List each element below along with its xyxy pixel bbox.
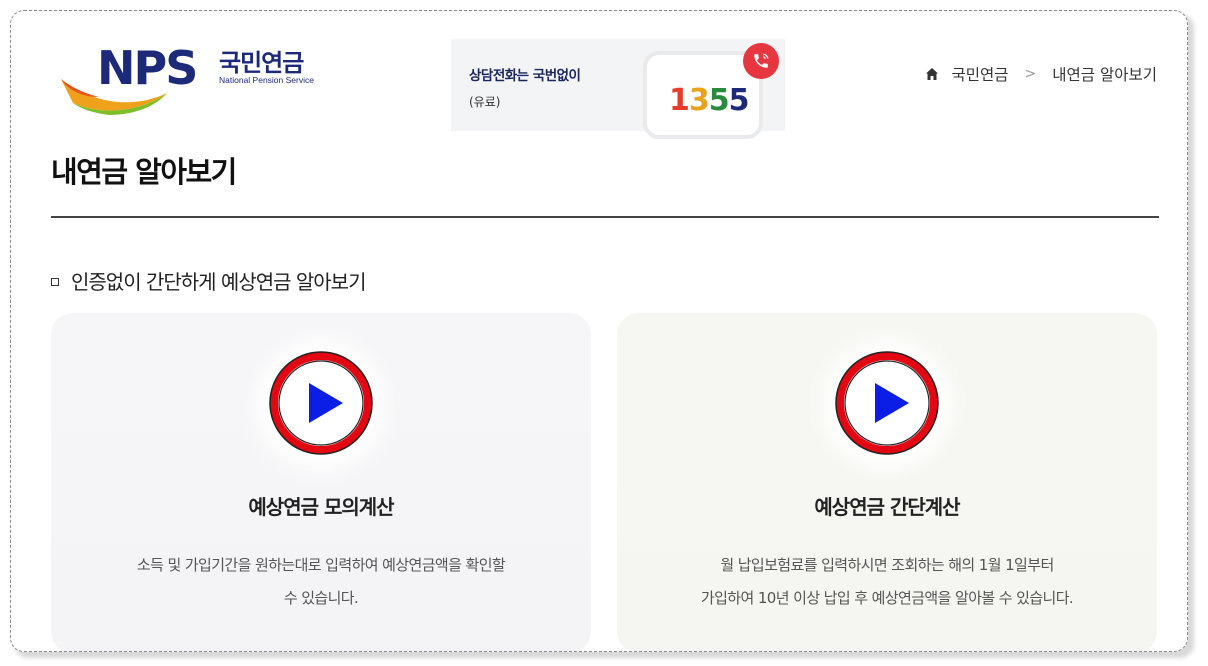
call-center-banner[interactable]: 상담전화는 국번없이 (유료) 1355: [451, 39, 785, 139]
square-bullet-icon: [51, 277, 59, 286]
play-icon[interactable]: [835, 351, 939, 455]
home-icon[interactable]: [925, 67, 939, 81]
page-title: 내연금 알아보기: [51, 155, 237, 189]
phone-digit: 3: [688, 83, 710, 118]
breadcrumb-item-home[interactable]: 국민연금: [951, 63, 1008, 85]
breadcrumb-item-current[interactable]: 내연금 알아보기: [1052, 63, 1157, 85]
card-title: 예상연금 모의계산: [248, 495, 394, 519]
call-banner-title: 상담전화는 국번없이: [469, 68, 581, 84]
card-description: 월 납입보험료를 입력하시면 조회하는 해의 1월 1일부터 가입하여 10년 …: [647, 549, 1127, 615]
card-title: 예상연금 간단계산: [814, 495, 960, 519]
logo-mark: NPS: [97, 41, 198, 95]
phone-number: 1355: [669, 83, 749, 118]
card-description-line: 가입하여 10년 이상 납입 후 예상연금액을 알아볼 수 있습니다.: [700, 589, 1074, 607]
card-description-line: 월 납입보험료를 입력하시면 조회하는 해의 1월 1일부터: [720, 556, 1054, 574]
section-heading: 인증없이 간단하게 예상연금 알아보기: [51, 266, 366, 295]
call-banner-subtitle: (유료): [469, 95, 501, 109]
phone-digit: 5: [728, 83, 750, 118]
phone-icon: [743, 43, 779, 79]
card-description-line: 소득 및 가입기간을 원하는대로 입력하여 예상연금액을 확인할: [136, 556, 506, 574]
logo-name-ko: 국민연금: [219, 49, 304, 77]
phone-digit: 5: [708, 83, 730, 118]
logo-name-en: National Pension Service: [219, 75, 314, 85]
title-divider: [51, 216, 1159, 218]
page-frame: NPS 국민연금 National Pension Service 상담전화는 …: [10, 10, 1188, 652]
breadcrumb: 국민연금 > 내연금 알아보기: [925, 63, 1157, 85]
card-description-line: 수 있습니다.: [283, 589, 359, 607]
phone-digit: 1: [669, 83, 690, 118]
card-simple-calculation[interactable]: 예상연금 간단계산 월 납입보험료를 입력하시면 조회하는 해의 1월 1일부터…: [617, 313, 1157, 651]
breadcrumb-separator: >: [1024, 66, 1037, 82]
card-mock-calculation[interactable]: 예상연금 모의계산 소득 및 가입기간을 원하는대로 입력하여 예상연금액을 확…: [51, 313, 591, 651]
nps-logo[interactable]: NPS 국민연금 National Pension Service: [59, 41, 339, 121]
play-icon[interactable]: [269, 351, 373, 455]
card-description: 소득 및 가입기간을 원하는대로 입력하여 예상연금액을 확인할 수 있습니다.: [81, 549, 561, 615]
section-heading-text: 인증없이 간단하게 예상연금 알아보기: [71, 270, 366, 294]
